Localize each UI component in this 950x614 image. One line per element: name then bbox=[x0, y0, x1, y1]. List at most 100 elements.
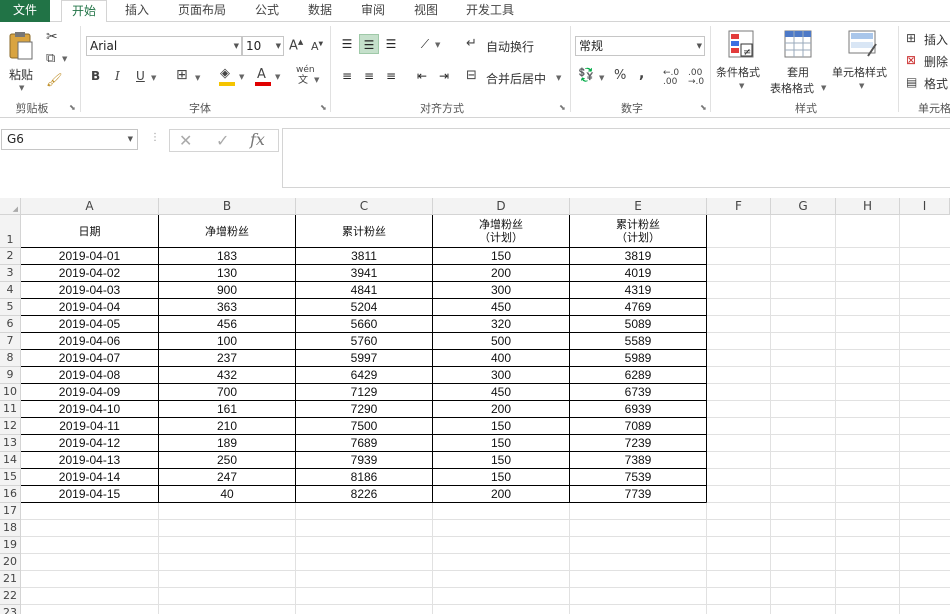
cell-total-fans[interactable]: 5660 bbox=[296, 316, 432, 332]
row-header-20[interactable]: 20 bbox=[0, 554, 21, 571]
cell-total-fans[interactable]: 4841 bbox=[296, 282, 432, 298]
cell-net-fans-plan[interactable]: 300 bbox=[433, 282, 569, 298]
cell-total-fans-plan[interactable]: 4019 bbox=[570, 265, 706, 281]
cell-net-fans-plan[interactable]: 320 bbox=[433, 316, 569, 332]
align-left-icon[interactable]: ≡ bbox=[337, 66, 357, 86]
delete-cells-button[interactable]: ⊠ 删除 bbox=[906, 52, 950, 70]
increase-decimal-icon[interactable]: ←.0.00 bbox=[663, 69, 679, 87]
cell-net-fans[interactable]: 130 bbox=[159, 265, 295, 281]
increase-font-icon[interactable]: A▲ bbox=[289, 39, 303, 53]
borders-icon[interactable]: ⊞ bbox=[176, 68, 188, 82]
row-header-6[interactable]: 6 bbox=[0, 316, 21, 333]
cell-net-fans-plan[interactable]: 150 bbox=[433, 248, 569, 264]
fill-color-button[interactable]: ◈ ▼ bbox=[218, 67, 246, 89]
cell-total-fans-plan[interactable]: 5989 bbox=[570, 350, 706, 366]
cell-net-fans-plan[interactable]: 450 bbox=[433, 299, 569, 315]
conditional-format-button[interactable]: ≠ 条件格式 ▼ bbox=[714, 30, 768, 96]
cell-total-fans-plan[interactable]: 6289 bbox=[570, 367, 706, 383]
row-header-13[interactable]: 13 bbox=[0, 435, 21, 452]
tab-view[interactable]: 视图 bbox=[404, 0, 448, 22]
tab-developer[interactable]: 开发工具 bbox=[458, 0, 522, 22]
row-header-22[interactable]: 22 bbox=[0, 588, 21, 605]
cell-net-fans-plan[interactable]: 150 bbox=[433, 469, 569, 485]
comma-button[interactable]: , bbox=[639, 67, 644, 81]
cancel-icon[interactable]: ✕ bbox=[179, 131, 192, 150]
phonetic-button[interactable]: wén 文 ▼ bbox=[296, 66, 320, 90]
cell-net-fans[interactable]: 432 bbox=[159, 367, 295, 383]
orientation-icon[interactable]: ⟋ bbox=[415, 34, 435, 54]
cell-net-fans-plan[interactable]: 150 bbox=[433, 418, 569, 434]
underline-dropdown-icon[interactable]: ▼ bbox=[151, 74, 156, 82]
cell-total-fans[interactable]: 3941 bbox=[296, 265, 432, 281]
cell-total-fans[interactable]: 5760 bbox=[296, 333, 432, 349]
decrease-indent-icon[interactable]: ⇤ bbox=[412, 66, 432, 86]
cell-total-fans-plan[interactable]: 4769 bbox=[570, 299, 706, 315]
formula-input[interactable] bbox=[282, 128, 950, 188]
wrap-text-button[interactable]: ↵ 自动换行 bbox=[466, 34, 546, 56]
cell-net-fans[interactable]: 250 bbox=[159, 452, 295, 468]
cell-date[interactable]: 2019-04-02 bbox=[21, 265, 158, 281]
cell-net-fans-plan[interactable]: 300 bbox=[433, 367, 569, 383]
italic-button[interactable]: I bbox=[115, 70, 120, 82]
cell-net-fans[interactable]: 40 bbox=[159, 486, 295, 502]
alignment-launcher-icon[interactable]: ⬊ bbox=[559, 103, 566, 112]
header-cell-net-fans[interactable]: 净增粉丝 bbox=[159, 215, 295, 247]
cell-total-fans[interactable]: 7939 bbox=[296, 452, 432, 468]
cell-date[interactable]: 2019-04-04 bbox=[21, 299, 158, 315]
format-painter-icon[interactable]: 🖌 bbox=[46, 74, 63, 87]
select-all-corner[interactable]: ◢ bbox=[0, 198, 21, 215]
row-header-4[interactable]: 4 bbox=[0, 282, 21, 299]
cell-total-fans-plan[interactable]: 7389 bbox=[570, 452, 706, 468]
cell-net-fans[interactable]: 900 bbox=[159, 282, 295, 298]
font-launcher-icon[interactable]: ⬊ bbox=[320, 103, 327, 112]
cell-total-fans-plan[interactable]: 3819 bbox=[570, 248, 706, 264]
column-header-c[interactable]: C bbox=[296, 198, 433, 215]
cell-total-fans[interactable]: 3811 bbox=[296, 248, 432, 264]
header-cell-total-fans[interactable]: 累计粉丝 bbox=[296, 215, 432, 247]
orientation-dropdown-icon[interactable]: ▼ bbox=[435, 41, 440, 49]
font-name-select[interactable]: Arial ▼ bbox=[86, 36, 242, 56]
clipboard-launcher-icon[interactable]: ⬊ bbox=[69, 103, 76, 112]
align-right-icon[interactable]: ≡ bbox=[381, 66, 401, 86]
font-color-button[interactable]: A ▼ bbox=[254, 67, 282, 89]
cell-net-fans[interactable]: 363 bbox=[159, 299, 295, 315]
cell-net-fans[interactable]: 456 bbox=[159, 316, 295, 332]
cell-date[interactable]: 2019-04-03 bbox=[21, 282, 158, 298]
cell-total-fans-plan[interactable]: 7239 bbox=[570, 435, 706, 451]
cell-date[interactable]: 2019-04-06 bbox=[21, 333, 158, 349]
row-header-17[interactable]: 17 bbox=[0, 503, 21, 520]
align-center-icon[interactable]: ≡ bbox=[359, 66, 379, 86]
column-header-g[interactable]: G bbox=[771, 198, 836, 215]
row-header-16[interactable]: 16 bbox=[0, 486, 21, 503]
percent-button[interactable]: % bbox=[614, 69, 626, 82]
cell-total-fans-plan[interactable]: 5589 bbox=[570, 333, 706, 349]
column-header-f[interactable]: F bbox=[707, 198, 771, 215]
underline-button[interactable]: U bbox=[136, 70, 145, 82]
row-header-12[interactable]: 12 bbox=[0, 418, 21, 435]
row-header-9[interactable]: 9 bbox=[0, 367, 21, 384]
cell-net-fans-plan[interactable]: 500 bbox=[433, 333, 569, 349]
row-header-10[interactable]: 10 bbox=[0, 384, 21, 401]
cell-total-fans-plan[interactable]: 6939 bbox=[570, 401, 706, 417]
row-header-21[interactable]: 21 bbox=[0, 571, 21, 588]
cell-total-fans[interactable]: 5204 bbox=[296, 299, 432, 315]
row-header-8[interactable]: 8 bbox=[0, 350, 21, 367]
cell-total-fans[interactable]: 7500 bbox=[296, 418, 432, 434]
cell-date[interactable]: 2019-04-09 bbox=[21, 384, 158, 400]
cell-net-fans[interactable]: 237 bbox=[159, 350, 295, 366]
format-as-table-button[interactable]: 套用 表格格式 ▼ bbox=[768, 30, 828, 96]
column-header-h[interactable]: H bbox=[836, 198, 900, 215]
tab-data[interactable]: 数据 bbox=[298, 0, 342, 22]
row-header-18[interactable]: 18 bbox=[0, 520, 21, 537]
copy-dropdown-icon[interactable]: ▼ bbox=[62, 55, 67, 63]
tab-formulas[interactable]: 公式 bbox=[245, 0, 289, 22]
enter-icon[interactable]: ✓ bbox=[216, 131, 229, 150]
cell-net-fans-plan[interactable]: 150 bbox=[433, 452, 569, 468]
accounting-dropdown-icon[interactable]: ▼ bbox=[599, 74, 604, 82]
row-header-19[interactable]: 19 bbox=[0, 537, 21, 554]
cell-total-fans[interactable]: 8226 bbox=[296, 486, 432, 502]
copy-icon[interactable]: ⧉ bbox=[46, 52, 55, 65]
cell-date[interactable]: 2019-04-01 bbox=[21, 248, 158, 264]
cell-net-fans[interactable]: 189 bbox=[159, 435, 295, 451]
cell-total-fans[interactable]: 7290 bbox=[296, 401, 432, 417]
